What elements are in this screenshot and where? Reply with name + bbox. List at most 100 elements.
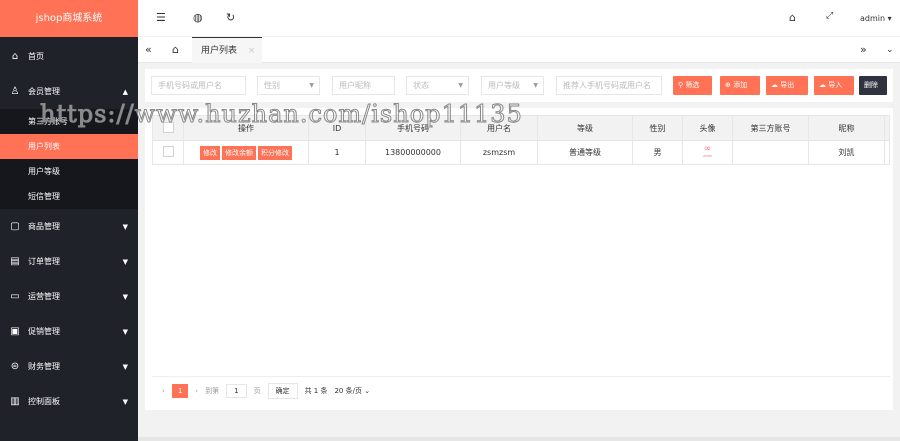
tag-icon[interactable]: ⌂ — [789, 11, 796, 24]
sidebar-item-operation[interactable]: ▭ 运营管理 ▼ — [0, 279, 138, 314]
user-menu[interactable]: admin ▾ — [860, 14, 892, 23]
globe-icon[interactable]: ◍ — [193, 11, 203, 24]
sidebar-item-label: 运营管理 — [28, 292, 60, 301]
top-bar: ☰ ◍ ↻ ⌂ ⤢ admin ▾ — [138, 0, 900, 37]
column-header[interactable]: ID — [308, 115, 366, 141]
caret-down-icon: ▼ — [122, 292, 128, 301]
home-icon: ⌂ — [11, 51, 19, 62]
user-table: 操作 ID 手机号码 用户名 等级 性别 头像 第三方账号 昵称 修改 修改余额积… — [152, 115, 890, 165]
sidebar-item-orders[interactable]: ▤ 订单管理 ▼ — [0, 244, 138, 279]
spacer-cell — [884, 140, 890, 165]
sidebar-item-finance[interactable]: ⊜ 财务管理 ▼ — [0, 349, 138, 384]
promotion-icon: ▣ — [10, 326, 20, 337]
confirm-button[interactable]: 确定 — [267, 382, 298, 399]
refresh-icon[interactable]: ↻ — [226, 11, 235, 24]
select-all-cell — [152, 115, 184, 141]
menu-toggle-icon[interactable]: ☰ — [156, 11, 166, 24]
caret-down-icon: ▼ — [458, 82, 463, 89]
username-cell: zsmzsm — [460, 140, 538, 165]
tab-user-list[interactable]: 用户列表 × — [192, 37, 262, 63]
sidebar-subitem-third-party[interactable]: 第三方账号 — [0, 109, 138, 134]
scroll-right-icon[interactable]: » — [860, 37, 867, 63]
caret-down-icon: ▼ — [122, 327, 128, 336]
nickname-input[interactable]: 用户昵称 — [332, 76, 395, 95]
sidebar-item-label: 会员管理 — [28, 87, 60, 96]
pagination: ‹ 1 › 到第 1 页 确定 共 1 条 20 条/页 ⌄ — [152, 376, 890, 404]
page-input[interactable]: 1 — [226, 383, 247, 398]
button-label: 添加 — [733, 81, 748, 89]
table-panel: 操作 ID 手机号码 用户名 等级 性别 头像 第三方账号 昵称 修改 修改余额积… — [145, 108, 893, 410]
sidebar-subitem-sms[interactable]: 短信管理 — [0, 184, 138, 209]
avatar-logo-text: JSHOP — [702, 154, 713, 158]
sidebar-item-goods[interactable]: ▢ 商品管理 ▼ — [0, 209, 138, 244]
search-button[interactable]: ⚲ 筛选 — [673, 76, 712, 95]
cloud-upload-icon: ☁ — [819, 81, 826, 89]
next-page-icon[interactable]: › — [195, 387, 198, 395]
column-header: 性别 — [632, 115, 683, 141]
sidebar-subitem-user-grade[interactable]: 用户等级 — [0, 159, 138, 184]
button-label: 导入 — [828, 81, 843, 89]
close-icon[interactable]: × — [248, 46, 256, 56]
caret-down-icon: ▼ — [309, 82, 314, 89]
home-tab-icon[interactable]: ⌂ — [172, 37, 179, 63]
column-header: 头像 — [682, 115, 733, 141]
third-party-cell — [732, 140, 809, 165]
goods-icon: ▢ — [10, 221, 20, 232]
caret-down-icon: ▼ — [122, 362, 128, 371]
per-page-select[interactable]: 20 条/页 ⌄ — [334, 386, 370, 396]
status-select[interactable]: 状态 ▼ — [406, 76, 469, 95]
caret-down-icon: ▼ — [533, 82, 538, 89]
sidebar-item-promotion[interactable]: ▣ 促销管理 ▼ — [0, 314, 138, 349]
caret-down-icon: ▼ — [122, 257, 128, 266]
edit-button[interactable]: 修改 — [200, 145, 220, 160]
user-icon: ♙ — [10, 86, 20, 97]
referrer-input[interactable]: 推荐人手机号码或用户名 — [556, 76, 662, 95]
logo: jshop商城系统 — [0, 0, 138, 37]
sidebar-item-label: 财务管理 — [28, 362, 60, 371]
edit-points-button[interactable]: 积分修改 — [258, 145, 292, 160]
column-header: 操作 — [183, 115, 309, 141]
column-header: 等级 — [537, 115, 633, 141]
gender-cell: 男 — [632, 140, 683, 165]
mobile-input[interactable]: 手机号码或用户名 — [151, 76, 246, 95]
fullscreen-icon[interactable]: ⤢ — [826, 11, 833, 21]
actions-cell: 修改 修改余额 积分修改 — [183, 140, 309, 165]
per-page-value: 20 条/页 — [334, 386, 362, 395]
edit-balance-button[interactable]: 修改余额 — [222, 145, 256, 160]
export-button[interactable]: ☁ 导出 — [766, 76, 808, 95]
column-header: 手机号码 — [365, 115, 461, 141]
page-current[interactable]: 1 — [171, 383, 189, 398]
select-value: 状态 — [413, 81, 429, 90]
sidebar-item-members[interactable]: ♙ 会员管理 ▲ — [0, 74, 138, 109]
delete-button[interactable]: 删除 — [859, 76, 887, 95]
column-header: 用户名 — [460, 115, 538, 141]
goto-label: 到第 — [205, 386, 220, 395]
chevron-down-icon[interactable]: ⌄ — [886, 37, 894, 63]
sidebar: jshop商城系统 ⌂ 首页 ♙ 会员管理 ▲ 第三方账号 用户列表 用户等级 短信管… — [0, 0, 138, 441]
add-button[interactable]: ⊕ 添加 — [720, 76, 760, 95]
sidebar-item-label: 促销管理 — [28, 327, 60, 336]
sidebar-item-home[interactable]: ⌂ 首页 — [0, 39, 138, 74]
sidebar-subitem-user-list[interactable]: 用户列表 — [0, 134, 138, 159]
submenu: 第三方账号 用户列表 用户等级 短信管理 — [0, 109, 138, 209]
row-select-cell — [152, 140, 184, 165]
import-button[interactable]: ☁ 导入 — [814, 76, 854, 95]
row-checkbox[interactable] — [162, 146, 174, 157]
scroll-left-icon[interactable]: « — [145, 37, 152, 63]
avatar-cell: ∞ JSHOP — [682, 140, 733, 165]
select-all-checkbox[interactable] — [162, 121, 174, 133]
sidebar-item-control[interactable]: ▥ 控制面板 ▼ — [0, 384, 138, 419]
column-header: 第三方账号 — [732, 115, 809, 141]
select-value: 用户等级 — [488, 81, 520, 90]
caret-up-icon: ▲ — [122, 87, 128, 96]
control-panel-icon: ▥ — [10, 396, 20, 407]
column-header-spacer — [884, 115, 890, 141]
finance-icon: ⊜ — [10, 361, 20, 372]
avatar[interactable]: ∞ JSHOP — [683, 145, 732, 159]
prev-page-icon[interactable]: ‹ — [162, 387, 165, 395]
gender-select[interactable]: 性别 ▼ — [257, 76, 320, 95]
table-row: 修改 修改余额 积分修改 1 13800000000 zsmzsm 普通等级 男 ∞… — [152, 140, 890, 165]
grade-select[interactable]: 用户等级 ▼ — [481, 76, 544, 95]
grade-cell: 普通等级 — [537, 140, 633, 165]
caret-down-icon: ▼ — [122, 222, 128, 231]
